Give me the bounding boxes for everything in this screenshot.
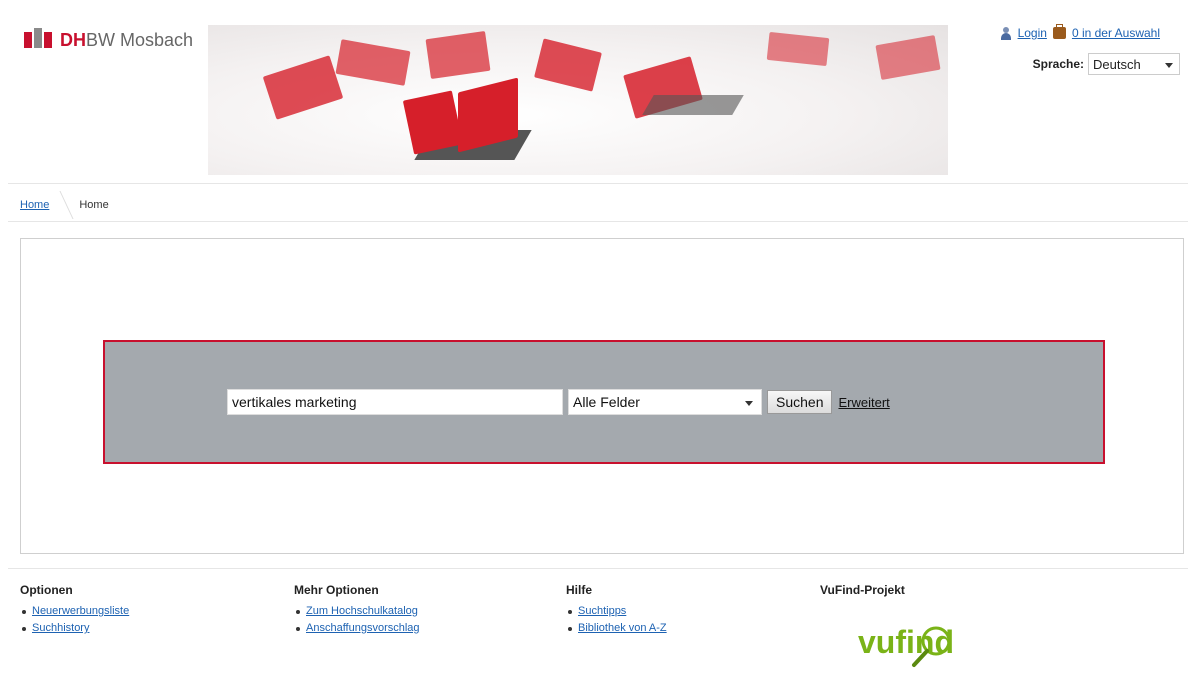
footer-link-bibliothek[interactable]: Bibliothek von A-Z: [578, 622, 667, 634]
language-value: Deutsch: [1093, 56, 1141, 72]
footer-heading: Mehr Optionen: [294, 583, 379, 597]
list-item: Suchtipps: [566, 605, 667, 617]
footer-column-optionen: Optionen Neuerwerbungsliste Suchhistory: [20, 583, 129, 639]
user-icon: [1000, 26, 1012, 40]
chevron-down-icon: [745, 401, 753, 406]
advanced-search-link[interactable]: Erweitert: [838, 395, 889, 410]
list-item: Zum Hochschulkatalog: [294, 605, 420, 617]
footer-link-hochschulkatalog[interactable]: Zum Hochschulkatalog: [306, 605, 418, 617]
bag-icon: [1052, 24, 1066, 39]
footer-link-anschaffungsvorschlag[interactable]: Anschaffungsvorschlag: [306, 622, 420, 634]
footer-column-mehr-optionen: Mehr Optionen Zum Hochschulkatalog Ansch…: [294, 583, 420, 639]
logo-text: DHBW Mosbach: [60, 29, 194, 50]
footer-heading: Optionen: [20, 583, 73, 597]
search-type-value: Alle Felder: [573, 394, 640, 410]
breadcrumb-current: Home: [79, 198, 109, 211]
language-label: Sprache:: [1032, 57, 1084, 71]
list-item: Neuerwerbungsliste: [20, 605, 129, 617]
list-item: Bibliothek von A-Z: [566, 622, 667, 634]
chevron-down-icon: [1165, 63, 1173, 68]
language-select[interactable]: Deutsch: [1088, 53, 1180, 75]
list-item: Anschaffungsvorschlag: [294, 622, 420, 634]
language-switcher: Sprache: Deutsch: [1033, 53, 1180, 75]
cart-link[interactable]: 0 in der Auswahl: [1072, 26, 1160, 40]
footer-heading: VuFind-Projekt: [820, 583, 905, 597]
search-button[interactable]: Suchen: [767, 390, 833, 414]
footer-link-neuerwerbungsliste[interactable]: Neuerwerbungsliste: [32, 605, 129, 617]
vufind-logo[interactable]: vufind: [854, 619, 984, 671]
breadcrumb: Home Home: [8, 188, 1188, 222]
header-banner-image: [208, 25, 948, 175]
search-box: Alle Felder Suchen Erweitert: [103, 340, 1105, 464]
main-content: Alle Felder Suchen Erweitert: [20, 238, 1184, 554]
header: DHBW Mosbach Login 0 in der Auswahl Spra…: [8, 8, 1188, 184]
footer-link-suchhistory[interactable]: Suchhistory: [32, 622, 89, 634]
breadcrumb-home-link[interactable]: Home: [8, 199, 59, 211]
footer: Optionen Neuerwerbungsliste Suchhistory …: [8, 568, 1188, 678]
footer-heading: Hilfe: [566, 583, 593, 597]
footer-link-suchtipps[interactable]: Suchtipps: [578, 605, 626, 617]
search-input[interactable]: [227, 389, 563, 415]
dhbw-logo-mark-icon: [24, 28, 54, 52]
list-item: Suchhistory: [20, 622, 129, 634]
top-nav: Login 0 in der Auswahl: [1000, 24, 1160, 40]
footer-column-hilfe: Hilfe Suchtipps Bibliothek von A-Z: [566, 583, 667, 639]
search-type-select[interactable]: Alle Felder: [568, 389, 762, 415]
dhbw-logo[interactable]: DHBW Mosbach: [24, 28, 193, 52]
login-link[interactable]: Login: [1018, 26, 1047, 40]
footer-column-vufind: VuFind-Projekt: [820, 583, 905, 605]
